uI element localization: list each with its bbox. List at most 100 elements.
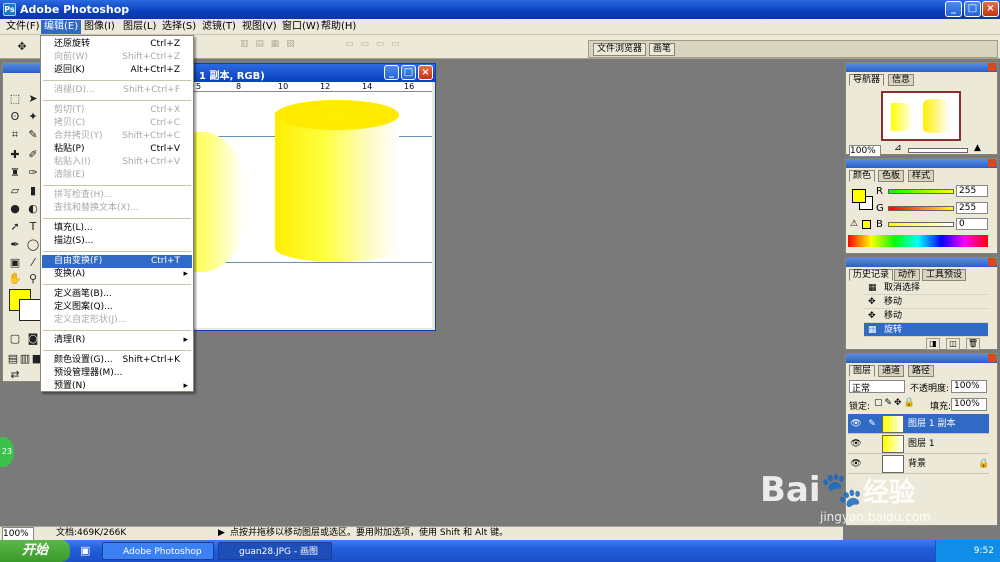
navigator-zoom-slider[interactable] xyxy=(908,148,968,153)
color-spectrum-bar[interactable] xyxy=(848,235,988,247)
standard-mode-icon[interactable]: ▢ xyxy=(7,331,23,347)
eraser-tool-icon[interactable]: ▱ xyxy=(7,183,23,199)
new-document-from-state-icon[interactable]: ◨ xyxy=(926,338,940,350)
edit-menu-item[interactable]: 清理(R) ▸ xyxy=(42,334,192,347)
doc-maximize-button[interactable]: □ xyxy=(401,65,416,80)
navigator-thumbnail[interactable] xyxy=(881,91,961,141)
edit-menu-item[interactable]: 消褪(D)... Shift+Ctrl+F xyxy=(42,84,192,97)
color-g-field[interactable]: 255 xyxy=(956,202,988,214)
menu-layer[interactable]: 图层(L) xyxy=(120,20,159,34)
brush-link-icon[interactable]: ✎ xyxy=(866,418,878,430)
edit-menu-item[interactable]: 自由变换(F) Ctrl+T xyxy=(42,255,192,268)
history-item[interactable]: ▦ 取消选择 xyxy=(864,281,988,295)
panel-close-icon[interactable] xyxy=(988,258,996,266)
eye-icon[interactable]: 👁 xyxy=(850,438,862,450)
eye-icon[interactable]: 👁 xyxy=(850,418,862,430)
minimize-button[interactable]: _ xyxy=(945,1,962,17)
lock-icons[interactable]: ▢✎✥🔒 xyxy=(874,398,917,408)
background-color-swatch[interactable] xyxy=(19,299,41,321)
edit-menu-item[interactable]: 拼写检查(H)... xyxy=(42,189,192,202)
image-canvas[interactable] xyxy=(194,92,432,328)
edit-menu-item[interactable]: 预置(N) ▸ xyxy=(42,380,192,393)
task-paint[interactable]: guan28.JPG - 画图 xyxy=(218,542,332,560)
tab-channels[interactable]: 通道 xyxy=(878,365,905,377)
crop-tool-icon[interactable]: ⌗ xyxy=(7,127,23,143)
edit-menu-item[interactable]: 粘贴(P) Ctrl+V xyxy=(42,143,192,156)
layer-row[interactable]: 👁 图层 1 xyxy=(848,434,989,454)
close-button[interactable]: × xyxy=(982,1,999,17)
color-r-field[interactable]: 255 xyxy=(956,185,988,197)
quicklaunch-icon[interactable]: ▣ xyxy=(80,544,90,557)
menu-image[interactable]: 图像(I) xyxy=(81,20,118,34)
shape-tool-icon[interactable]: ◯ xyxy=(25,237,41,253)
tab-swatches[interactable]: 色板 xyxy=(878,170,905,182)
color-b-field[interactable]: 0 xyxy=(956,218,988,230)
history-item-selected[interactable]: ▦ 旋转 xyxy=(864,323,988,337)
layer-row-selected[interactable]: 👁 ✎ 图层 1 副本 xyxy=(848,414,989,434)
color-b-slider[interactable] xyxy=(888,222,954,227)
tab-tool-presets[interactable]: 工具预设 xyxy=(922,269,967,281)
hand-tool-icon[interactable]: ✋ xyxy=(7,271,23,287)
edit-menu-item[interactable]: 描边(S)... xyxy=(42,235,192,248)
menu-file[interactable]: 文件(F) xyxy=(3,20,43,34)
tab-navigator[interactable]: 导航器 xyxy=(849,74,885,86)
menu-help[interactable]: 帮助(H) xyxy=(318,20,359,34)
edit-menu-item[interactable]: 还原旋转 Ctrl+Z xyxy=(42,38,192,51)
gamut-swatch[interactable] xyxy=(862,220,871,229)
zoom-in-icon[interactable]: ▲ xyxy=(974,143,981,153)
edit-menu-item[interactable]: 剪切(T) Ctrl+X xyxy=(42,104,192,117)
tab-layers[interactable]: 图层 xyxy=(849,365,876,377)
eye-icon[interactable]: 👁 xyxy=(850,458,862,470)
move-tool-icon[interactable]: ✥ xyxy=(14,39,30,55)
fill-field[interactable]: 100% xyxy=(951,398,987,411)
notes-tool-icon[interactable]: ▣ xyxy=(7,255,23,271)
dodge-tool-icon[interactable]: ◐ xyxy=(25,201,41,217)
edit-menu-item[interactable]: 拷贝(C) Ctrl+C xyxy=(42,117,192,130)
panel-close-icon[interactable] xyxy=(988,354,996,362)
zoom-out-icon[interactable]: ⊿ xyxy=(894,143,902,153)
tab-history[interactable]: 历史记录 xyxy=(849,269,894,281)
gamut-warning-icon[interactable]: ⚠ xyxy=(850,219,858,229)
edit-menu-item[interactable]: 粘贴入(I) Shift+Ctrl+V xyxy=(42,156,192,169)
menu-edit[interactable]: 编辑(E) xyxy=(41,20,82,34)
healing-brush-icon[interactable]: ✚ xyxy=(7,147,23,163)
menu-filter[interactable]: 滤镜(T) xyxy=(199,20,239,34)
lasso-tool-icon[interactable]: ʘ xyxy=(7,109,23,125)
edit-menu-item[interactable]: 清除(E) xyxy=(42,169,192,182)
zoom-tool-icon[interactable]: ⚲ xyxy=(25,271,41,287)
tab-color[interactable]: 颜色 xyxy=(849,170,876,182)
magic-wand-icon[interactable]: ✦ xyxy=(25,109,41,125)
quickmask-mode-icon[interactable]: ◙ xyxy=(25,331,41,347)
menu-view[interactable]: 视图(V) xyxy=(239,20,280,34)
doc-close-button[interactable]: × xyxy=(418,65,433,80)
edit-menu-item[interactable]: 填充(L)... xyxy=(42,222,192,235)
edit-menu-item[interactable]: 定义画笔(B)... xyxy=(42,288,192,301)
stamp-tool-icon[interactable]: ♜ xyxy=(7,165,23,181)
color-fg-swatch[interactable] xyxy=(852,189,866,203)
doc-minimize-button[interactable]: _ xyxy=(384,65,399,80)
imageready-jump-icon[interactable]: ⇄ xyxy=(7,367,23,383)
align-icons[interactable]: ▥ ▤ ▦ ▧ xyxy=(240,39,297,53)
menu-select[interactable]: 选择(S) xyxy=(159,20,199,34)
task-photoshop[interactable]: Adobe Photoshop xyxy=(102,542,214,560)
panel-close-icon[interactable] xyxy=(988,63,996,71)
side-badge[interactable]: 23 xyxy=(0,437,14,467)
panel-close-icon[interactable] xyxy=(988,159,996,167)
edit-menu-item[interactable]: 合并拷贝(Y) Shift+Ctrl+C xyxy=(42,130,192,143)
marquee-tool-icon[interactable]: ⬚ xyxy=(7,91,23,107)
tab-paths[interactable]: 路径 xyxy=(908,365,935,377)
blur-tool-icon[interactable]: ● xyxy=(7,201,23,217)
tab-file-browser[interactable]: 文件浏览器 xyxy=(593,43,647,56)
history-item[interactable]: ✥ 移动 xyxy=(864,295,988,309)
edit-menu-item[interactable]: 预设管理器(M)... xyxy=(42,367,192,380)
history-brush-icon[interactable]: ✑ xyxy=(25,165,41,181)
move-tool-icon[interactable]: ➤ xyxy=(25,91,41,107)
blend-mode-select[interactable]: 正常 xyxy=(849,380,905,394)
tab-brushes[interactable]: 画笔 xyxy=(649,43,676,56)
guide-line[interactable] xyxy=(194,262,432,263)
edit-menu-item[interactable]: 向前(W) Shift+Ctrl+Z xyxy=(42,51,192,64)
type-tool-icon[interactable]: T xyxy=(25,219,41,235)
path-select-icon[interactable]: ➚ xyxy=(7,219,23,235)
edit-menu-item[interactable]: 查找和替换文本(X)... xyxy=(42,202,192,215)
maximize-button[interactable]: □ xyxy=(964,1,981,17)
